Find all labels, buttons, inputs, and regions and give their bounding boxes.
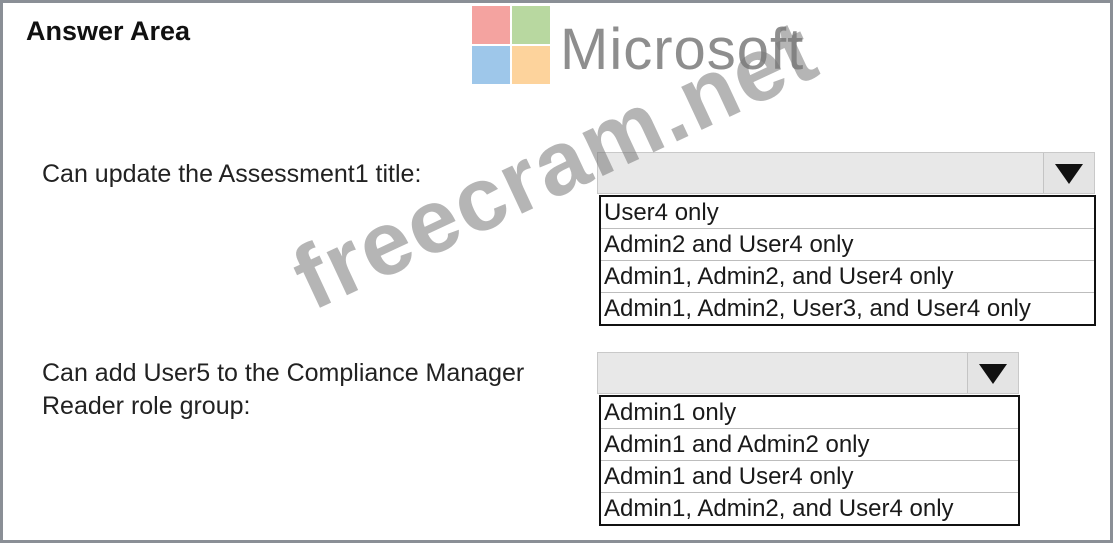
question-1-option[interactable]: Admin1, Admin2, User3, and User4 only <box>601 293 1094 324</box>
question-2-option[interactable]: Admin1 and Admin2 only <box>601 429 1018 461</box>
page-title: Answer Area <box>26 16 191 46</box>
question-1-option[interactable]: Admin2 and User4 only <box>601 229 1094 261</box>
question-2-dropdown[interactable] <box>597 352 1019 394</box>
triangle-down-icon <box>979 364 1007 384</box>
question-2-label-line-2: Reader role group: <box>42 392 251 420</box>
question-2-option[interactable]: Admin1 and User4 only <box>601 461 1018 493</box>
question-2-options-list: Admin1 only Admin1 and Admin2 only Admin… <box>599 395 1020 526</box>
question-2-option[interactable]: Admin1, Admin2, and User4 only <box>601 493 1018 524</box>
question-2-label-line-1: Can add User5 to the Compliance Manager <box>42 359 525 387</box>
question-2-dropdown-toggle[interactable] <box>967 353 1018 393</box>
question-1-option[interactable]: Admin1, Admin2, and User4 only <box>601 261 1094 293</box>
triangle-down-icon <box>1055 164 1083 184</box>
question-1-options-list: User4 only Admin2 and User4 only Admin1,… <box>599 195 1096 326</box>
logo-square-red <box>472 6 510 44</box>
question-1-label: Can update the Assessment1 title: <box>42 160 422 188</box>
question-1-option[interactable]: User4 only <box>601 197 1094 229</box>
logo-square-green <box>512 6 550 44</box>
logo-square-yellow <box>512 46 550 84</box>
question-2-option[interactable]: Admin1 only <box>601 397 1018 429</box>
logo-square-blue <box>472 46 510 84</box>
question-1-dropdown-toggle[interactable] <box>1043 153 1094 193</box>
